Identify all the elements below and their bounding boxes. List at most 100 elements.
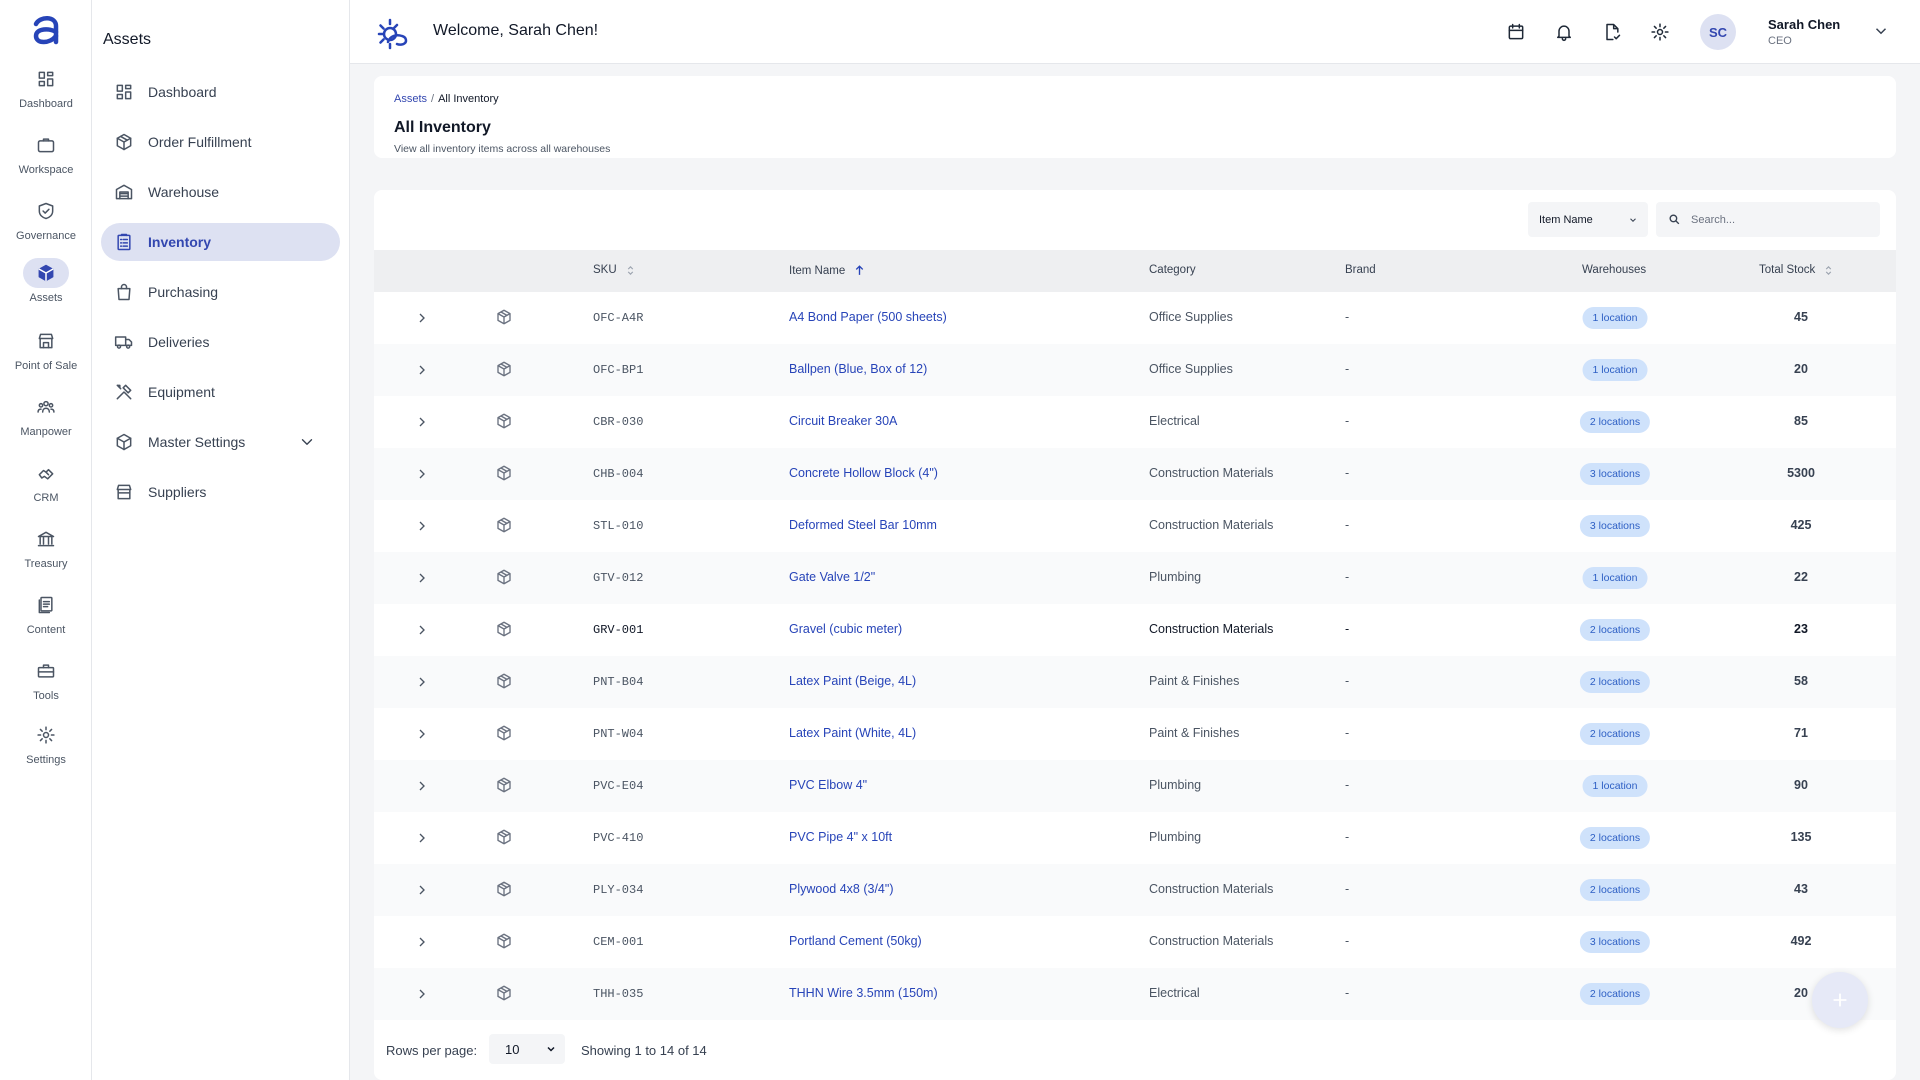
rail-item-dashboard[interactable]: Dashboard (0, 64, 92, 122)
warehouses-badge[interactable]: 1 location (1582, 307, 1648, 329)
item-name-link[interactable]: Gravel (cubic meter) (789, 622, 902, 636)
chevron-right-icon[interactable] (414, 934, 430, 950)
sidebar-item-deliveries[interactable]: Deliveries (101, 323, 340, 361)
warehouses-badge[interactable]: 2 locations (1579, 879, 1651, 901)
item-name-link[interactable]: Latex Paint (White, 4L) (789, 726, 916, 740)
sidebar-item-inventory[interactable]: Inventory (101, 223, 340, 261)
rail-item-treasury[interactable]: Treasury (0, 524, 92, 582)
chevron-right-icon[interactable] (414, 726, 430, 742)
chevron-right-icon[interactable] (414, 570, 430, 586)
column-header-category[interactable]: Category (1149, 264, 1196, 276)
table-row[interactable]: STL-010 Deformed Steel Bar 10mm Constructi… (374, 500, 1896, 552)
rail-item-point-of-sale[interactable]: Point of Sale (0, 326, 92, 384)
chevron-down-icon[interactable] (298, 433, 316, 451)
item-name-link[interactable]: THHN Wire 3.5mm (150m) (789, 986, 938, 1000)
sku-cell: GTV-012 (593, 571, 644, 585)
sidebar-item-order-fulfillment[interactable]: Order Fulfillment (101, 123, 340, 161)
column-header-warehouses[interactable]: Warehouses (1582, 264, 1646, 276)
item-name-link[interactable]: Circuit Breaker 30A (789, 414, 897, 428)
app-logo-icon[interactable] (28, 12, 64, 48)
settings-button[interactable] (1648, 20, 1672, 44)
sidebar-item-purchasing[interactable]: Purchasing (101, 273, 340, 311)
column-header-total-stock[interactable]: Total Stock (1759, 264, 1834, 276)
sidebar-item-master-settings[interactable]: Master Settings (101, 423, 340, 461)
chevron-right-icon[interactable] (414, 362, 430, 378)
item-name-link[interactable]: Latex Paint (Beige, 4L) (789, 674, 916, 688)
table-row[interactable]: PNT-B04 Latex Paint (Beige, 4L) Paint & Fi… (374, 656, 1896, 708)
item-name-link[interactable]: PVC Pipe 4" x 10ft (789, 830, 892, 844)
search-field-select[interactable]: Item Name (1528, 202, 1648, 237)
table-row[interactable]: CEM-001 Portland Cement (50kg) Constructio… (374, 916, 1896, 968)
search-input[interactable] (1691, 213, 1871, 226)
column-header-item-name[interactable]: Item Name (789, 264, 866, 277)
table-row[interactable]: OFC-BP1 Ballpen (Blue, Box of 12) Office S… (374, 344, 1896, 396)
item-name-link[interactable]: Plywood 4x8 (3/4") (789, 882, 894, 896)
column-header-sku[interactable]: SKU (593, 264, 636, 276)
rail-item-workspace[interactable]: Workspace (0, 130, 92, 188)
rail-item-assets[interactable]: Assets (0, 258, 92, 316)
chevron-right-icon[interactable] (414, 986, 430, 1002)
rail-item-manpower[interactable]: Manpower (0, 392, 92, 450)
user-menu-chevron-icon[interactable] (1872, 22, 1890, 40)
item-name-link[interactable]: Gate Valve 1/2" (789, 570, 875, 584)
sidebar-item-dashboard[interactable]: Dashboard (101, 73, 340, 111)
sidebar-item-suppliers[interactable]: Suppliers (101, 473, 340, 511)
warehouses-badge[interactable]: 3 locations (1579, 931, 1651, 953)
item-name-link[interactable]: Deformed Steel Bar 10mm (789, 518, 937, 532)
warehouses-badge[interactable]: 2 locations (1579, 619, 1651, 641)
chevron-right-icon[interactable] (414, 466, 430, 482)
chevron-right-icon[interactable] (414, 674, 430, 690)
table-row[interactable]: THH-035 THHN Wire 3.5mm (150m) Electrical -… (374, 968, 1896, 1020)
chevron-right-icon[interactable] (414, 882, 430, 898)
table-row[interactable]: PVC-410 PVC Pipe 4" x 10ft Plumbing - 2 loca… (374, 812, 1896, 864)
rail-item-governance[interactable]: Governance (0, 196, 92, 254)
chevron-right-icon[interactable] (414, 310, 430, 326)
chevron-right-icon[interactable] (414, 414, 430, 430)
rail-item-crm[interactable]: CRM (0, 458, 92, 516)
warehouses-badge[interactable]: 2 locations (1579, 723, 1651, 745)
table-row[interactable]: CHB-004 Concrete Hollow Block (4") Constru… (374, 448, 1896, 500)
chevron-right-icon[interactable] (414, 622, 430, 638)
rows-per-page-select[interactable]: 10 (489, 1034, 565, 1064)
warehouses-badge[interactable]: 1 location (1582, 567, 1648, 589)
avatar[interactable]: SC (1700, 14, 1736, 50)
rail-item-tools[interactable]: Tools (0, 656, 92, 714)
warehouses-badge[interactable]: 2 locations (1579, 983, 1651, 1005)
item-name-link[interactable]: PVC Elbow 4" (789, 778, 867, 792)
brand-cell: - (1345, 414, 1350, 428)
documents-button[interactable] (1600, 20, 1624, 44)
chevron-right-icon[interactable] (414, 830, 430, 846)
warehouses-badge[interactable]: 3 locations (1579, 515, 1651, 537)
sidebar-item-label: Deliveries (148, 334, 210, 350)
warehouses-badge[interactable]: 1 location (1582, 775, 1648, 797)
table-row[interactable]: OFC-A4R A4 Bond Paper (500 sheets) Office … (374, 292, 1896, 344)
chevron-right-icon[interactable] (414, 518, 430, 534)
table-row[interactable]: GTV-012 Gate Valve 1/2" Plumbing - 1 locatio… (374, 552, 1896, 604)
rail-item-content[interactable]: Content (0, 590, 92, 648)
item-name-link[interactable]: A4 Bond Paper (500 sheets) (789, 310, 947, 324)
notifications-button[interactable] (1552, 20, 1576, 44)
category-cell: Electrical (1149, 414, 1200, 428)
table-row[interactable]: PVC-E04 PVC Elbow 4" Plumbing - 1 location 90 (374, 760, 1896, 812)
warehouses-badge[interactable]: 1 location (1582, 359, 1648, 381)
sidebar-item-equipment[interactable]: Equipment (101, 373, 340, 411)
gear-icon (1651, 23, 1669, 41)
calendar-button[interactable] (1504, 20, 1528, 44)
add-item-button[interactable] (1812, 972, 1868, 1028)
item-name-link[interactable]: Portland Cement (50kg) (789, 934, 922, 948)
table-row[interactable]: PLY-034 Plywood 4x8 (3/4") Construction Ma… (374, 864, 1896, 916)
sidebar-item-warehouse[interactable]: Warehouse (101, 173, 340, 211)
chevron-right-icon[interactable] (414, 778, 430, 794)
breadcrumb-link-assets[interactable]: Assets (394, 93, 427, 105)
item-name-link[interactable]: Concrete Hollow Block (4") (789, 466, 938, 480)
rail-item-settings[interactable]: Settings (0, 720, 92, 778)
warehouses-badge[interactable]: 2 locations (1579, 827, 1651, 849)
column-header-brand[interactable]: Brand (1345, 264, 1376, 276)
item-name-link[interactable]: Ballpen (Blue, Box of 12) (789, 362, 927, 376)
warehouses-badge[interactable]: 3 locations (1579, 463, 1651, 485)
warehouses-badge[interactable]: 2 locations (1579, 671, 1651, 693)
table-row[interactable]: GRV-001 Gravel (cubic meter) Construction … (374, 604, 1896, 656)
table-row[interactable]: PNT-W04 Latex Paint (White, 4L) Paint & Fi… (374, 708, 1896, 760)
table-row[interactable]: CBR-030 Circuit Breaker 30A Electrical - 2 l… (374, 396, 1896, 448)
warehouses-badge[interactable]: 2 locations (1579, 411, 1651, 433)
